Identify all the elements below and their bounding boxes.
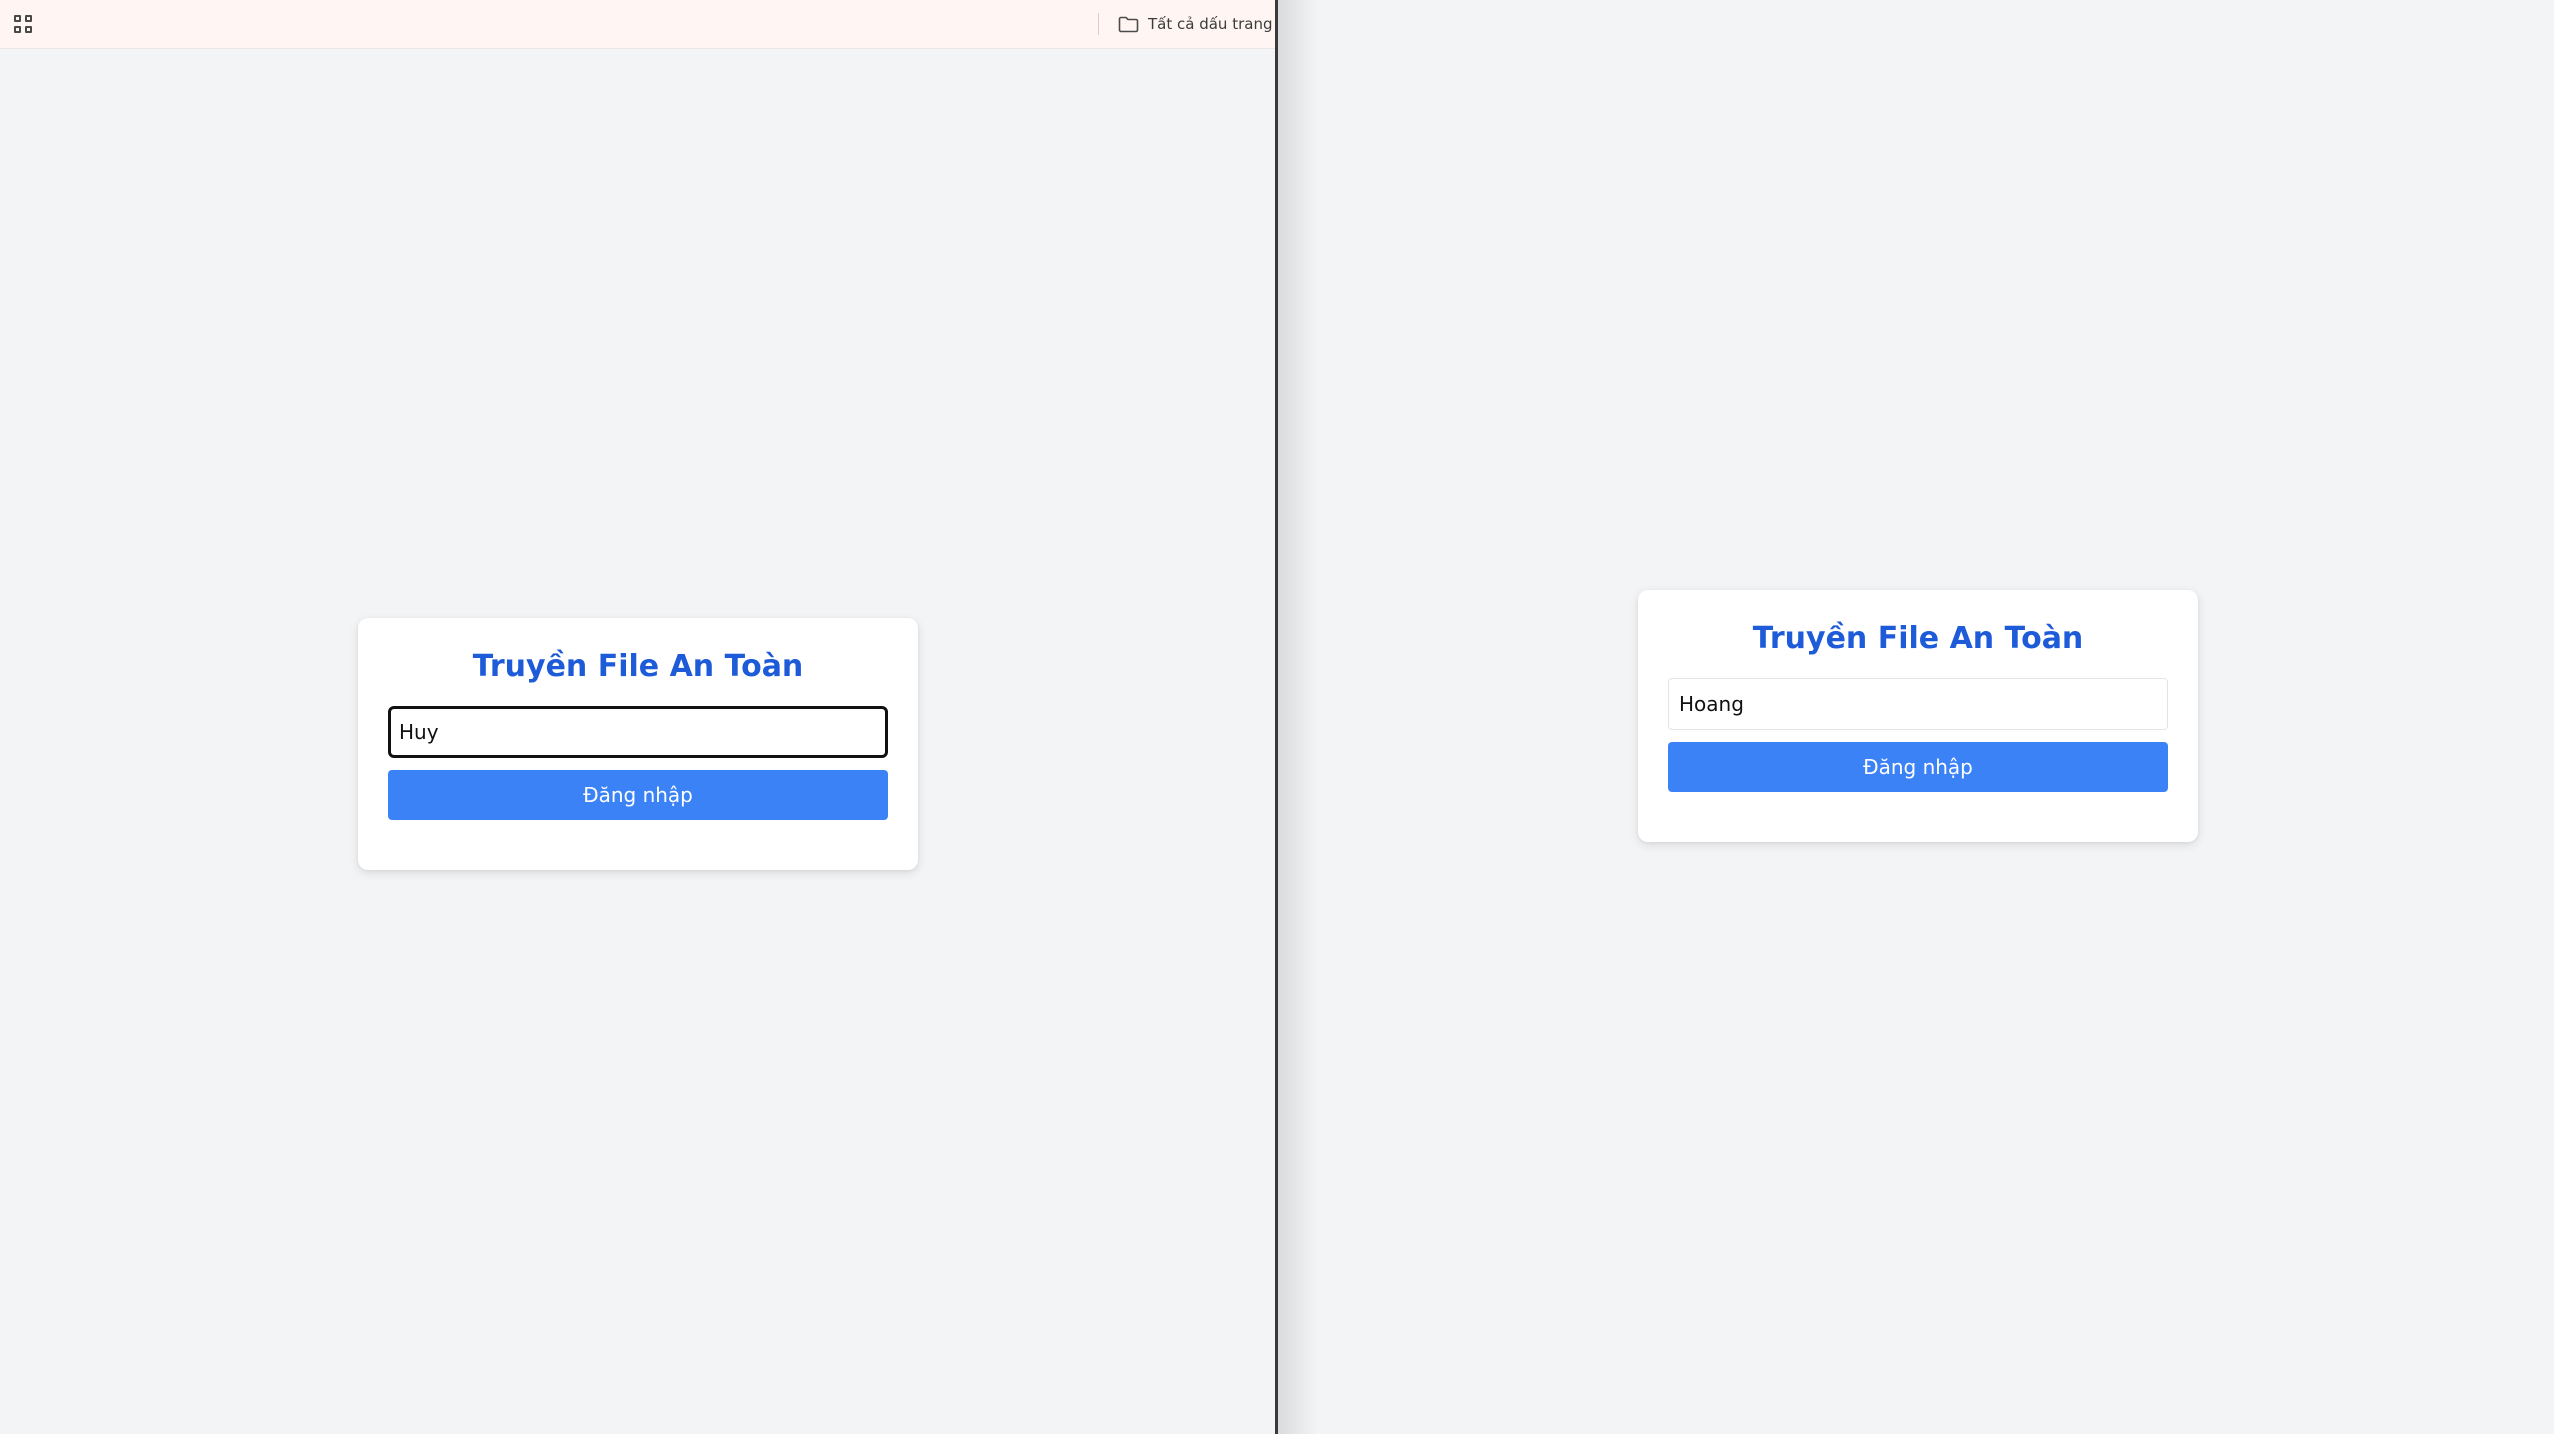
app-title: Truyền File An Toàn xyxy=(472,649,804,684)
folder-icon xyxy=(1118,16,1139,32)
bookmarks-separator xyxy=(1098,13,1099,35)
login-card: Truyền File An Toàn Đăng nhập xyxy=(358,618,918,870)
username-input[interactable] xyxy=(1668,678,2168,730)
app-title: Truyền File An Toàn xyxy=(1752,621,2084,656)
login-button[interactable]: Đăng nhập xyxy=(1668,742,2168,792)
login-button[interactable]: Đăng nhập xyxy=(388,770,888,820)
bookmarks-bar: Tất cả dấu trang xyxy=(0,0,1276,49)
left-browser-window: Tất cả dấu trang Truyền File An Toàn Đăn… xyxy=(0,0,1276,1434)
all-bookmarks-button[interactable]: Tất cả dấu trang xyxy=(1118,10,1272,38)
all-bookmarks-label: Tất cả dấu trang xyxy=(1148,15,1273,33)
username-input[interactable] xyxy=(388,706,888,758)
right-browser-window: Truyền File An Toàn Đăng nhập xyxy=(1278,0,2554,1434)
window-divider-shadow xyxy=(1278,0,1318,1434)
screen: Tất cả dấu trang Truyền File An Toàn Đăn… xyxy=(0,0,2554,1434)
apps-grid-icon[interactable] xyxy=(13,14,33,34)
login-card: Truyền File An Toàn Đăng nhập xyxy=(1638,590,2198,842)
